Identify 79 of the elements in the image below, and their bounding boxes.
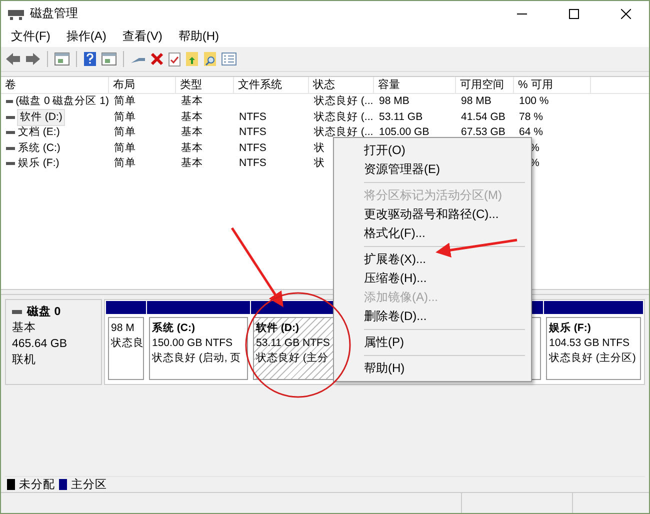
delete-icon[interactable]	[150, 52, 164, 66]
menu-item[interactable]: 打开(O)	[336, 141, 529, 160]
list-icon[interactable]	[221, 52, 237, 66]
drive-icon	[6, 131, 15, 134]
menu-item[interactable]: 操作(A)	[58, 28, 114, 45]
menu-item[interactable]: 文件(F)	[3, 28, 58, 45]
back-arrow-icon[interactable]	[5, 52, 21, 66]
column-header[interactable]: 布局	[109, 77, 176, 93]
table-cell: 67.53 GB	[461, 125, 506, 140]
column-header[interactable]: 文件系统	[234, 77, 309, 93]
volume-name[interactable]: 娱乐 (F:)	[18, 156, 60, 172]
menu-item[interactable]: 帮助(H)	[170, 28, 227, 45]
menu-item[interactable]: 资源管理器(E)	[336, 160, 529, 179]
folder-search-icon[interactable]	[203, 51, 217, 67]
table-cell: 状态良好 (...	[314, 110, 374, 125]
folder-icon[interactable]	[185, 51, 199, 67]
column-header[interactable]: 卷	[1, 77, 109, 93]
menu-item[interactable]: 更改驱动器号和路径(C)...	[336, 205, 529, 224]
window-title: 磁盘管理	[30, 5, 79, 22]
drive-icon	[6, 100, 13, 104]
table-cell: 简单	[114, 125, 136, 140]
table-cell: NTFS	[239, 125, 266, 140]
table-cell: NTFS	[239, 110, 266, 125]
volume-name[interactable]: 软件 (D:)	[18, 110, 64, 125]
column-header[interactable]: % 可用	[514, 77, 591, 93]
partition[interactable]: 娱乐 (F:) 104.53 GB NTFS 状态良好 (主分区)	[546, 317, 641, 380]
table-cell: NTFS	[239, 156, 266, 172]
menu-item[interactable]: 查看(V)	[114, 28, 170, 45]
table-cell: 状	[314, 156, 325, 172]
disk-type: 基本	[12, 320, 37, 336]
panel-icon[interactable]	[54, 52, 70, 66]
table-cell: 状	[314, 140, 325, 156]
column-header[interactable]: 类型	[176, 77, 234, 93]
column-header[interactable]: 可用空间	[456, 77, 514, 93]
table-cell: 基本	[181, 156, 203, 172]
disk-state: 联机	[12, 352, 37, 368]
checklist-icon[interactable]	[168, 52, 181, 66]
table-cell: 简单	[114, 156, 136, 172]
menu-item[interactable]: 扩展卷(X)...	[336, 250, 529, 269]
table-cell: 状态良好 (...	[314, 94, 374, 110]
disk-name: 磁盘 0	[27, 304, 61, 320]
maximize-icon	[569, 8, 579, 18]
volume-name[interactable]: 文档 (E:)	[18, 125, 60, 140]
menu-item[interactable]: 压缩卷(H)...	[336, 269, 529, 288]
table-cell: 简单	[114, 110, 136, 125]
table-cell: 基本	[181, 110, 203, 125]
forward-arrow-icon[interactable]	[25, 52, 41, 66]
table-cell: NTFS	[239, 140, 266, 156]
drive-icon	[6, 146, 15, 150]
table-cell: 基本	[181, 125, 203, 140]
table-cell: 基本	[181, 94, 203, 110]
column-header[interactable]: 状态	[309, 77, 374, 93]
table-cell: 简单	[114, 94, 136, 110]
table-cell: 41.54 GB	[461, 110, 506, 125]
menu-item[interactable]: 格式化(F)...	[336, 224, 529, 243]
table-cell: 状态良好 (...	[314, 125, 374, 140]
disk-size: 465.64 GB	[12, 337, 68, 352]
panel-icon[interactable]	[101, 52, 117, 66]
table-cell: 简单	[114, 140, 136, 156]
close-icon	[621, 8, 631, 18]
partition[interactable]: 系统 (C:) 150.00 GB NTFS 状态良好 (启动, 页	[149, 317, 248, 380]
partition[interactable]: 98 M 状态良	[108, 317, 144, 380]
table-cell: 98 MB	[379, 94, 410, 110]
app-icon	[8, 8, 24, 20]
table-cell: 78 %	[519, 110, 543, 125]
table-cell: 98 MB	[461, 94, 492, 110]
help-icon[interactable]	[83, 51, 97, 67]
table-cell: 100 %	[519, 94, 549, 110]
drive-icon	[6, 116, 15, 119]
table-cell: 53.11 GB	[379, 110, 423, 125]
table-cell: 105.00 GB	[379, 125, 430, 140]
drive-icon	[6, 162, 15, 166]
table-cell: 基本	[181, 140, 203, 156]
column-header[interactable]: 容量	[374, 77, 456, 93]
table-cell: 64 %	[519, 125, 543, 140]
volume-name[interactable]: 系统 (C:)	[18, 140, 60, 156]
volume-name[interactable]: (磁盘 0 磁盘分区 1)	[16, 94, 109, 110]
legend-label: 未分配	[19, 478, 55, 492]
legend-label: 主分区	[71, 477, 107, 492]
